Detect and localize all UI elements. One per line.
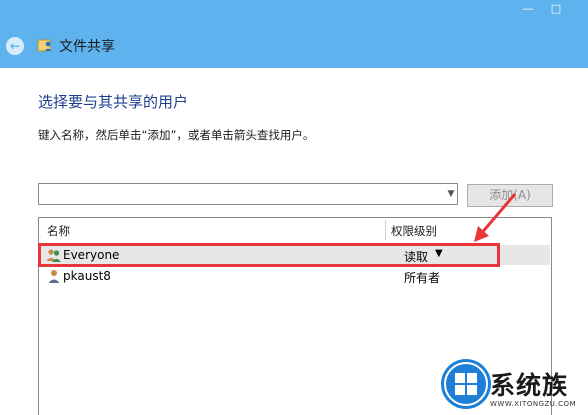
- window-title: 文件共享: [59, 39, 115, 55]
- column-divider: [385, 220, 386, 240]
- highlight-box: [38, 243, 500, 267]
- column-header-name[interactable]: 名称: [47, 223, 70, 239]
- back-button[interactable]: ←: [6, 37, 24, 55]
- maximize-button[interactable]: □: [545, 2, 567, 16]
- row-permission: 所有者: [404, 271, 441, 285]
- user-name-input[interactable]: [38, 183, 458, 205]
- page-heading: 选择要与其共享的用户: [38, 93, 189, 111]
- user-icon: [48, 270, 60, 283]
- annotation-arrow-icon: [474, 193, 517, 242]
- minimize-button[interactable]: —: [517, 2, 539, 16]
- title-bar: [0, 0, 588, 68]
- chevron-down-icon[interactable]: ▼: [444, 185, 458, 203]
- file-share-icon: [37, 39, 52, 52]
- instruction-text: 键入名称，然后单击“添加”，或者单击箭头查找用户。: [38, 128, 315, 142]
- row-user-name: pkaust8: [63, 269, 111, 283]
- column-header-permission[interactable]: 权限级别: [391, 223, 437, 239]
- table-row[interactable]: pkaust8 所有者: [40, 266, 550, 286]
- watermark-url: WWW.XITONGZU.COM: [490, 400, 577, 408]
- watermark-text: 系统族: [490, 371, 569, 400]
